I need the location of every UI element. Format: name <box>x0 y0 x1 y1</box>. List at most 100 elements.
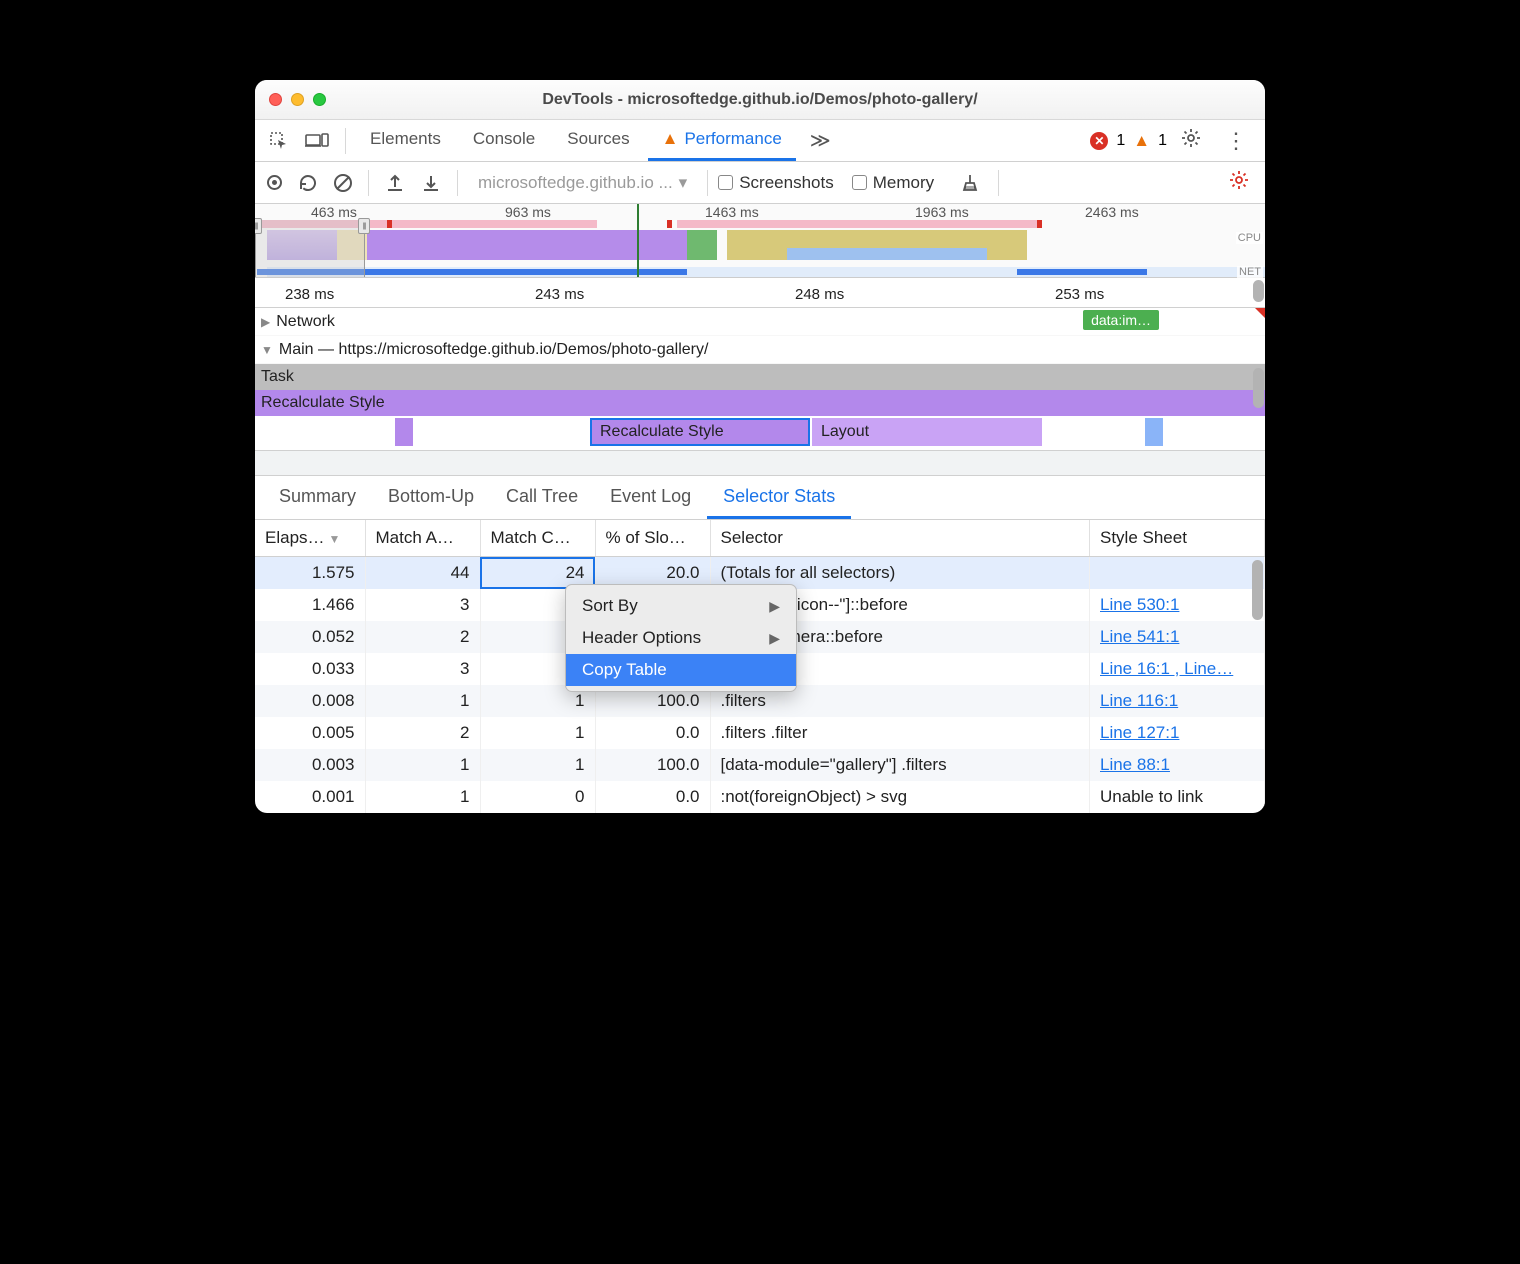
flame-entry[interactable] <box>395 418 413 446</box>
settings-icon[interactable] <box>1171 128 1211 153</box>
col-percent-slow[interactable]: % of Slo… <box>595 520 710 557</box>
upload-icon[interactable] <box>379 173 411 193</box>
timeline-ruler[interactable]: 238 ms 243 ms 248 ms 253 ms <box>255 278 1265 308</box>
tab-summary[interactable]: Summary <box>263 476 372 519</box>
stylesheet-link[interactable]: Line 116:1 <box>1100 691 1178 710</box>
menu-sort-by[interactable]: Sort By ▶ <box>566 590 796 622</box>
recalc-style-entry[interactable]: Recalculate Style <box>255 390 1265 416</box>
clear-icon[interactable] <box>334 174 352 192</box>
record-icon[interactable] <box>267 175 282 190</box>
more-tabs-icon[interactable]: ≫ <box>800 128 841 153</box>
table-header-row: Elaps…▼ Match A… Match C… % of Slo… Sele… <box>255 520 1265 557</box>
perf-toolbar: microsoftedge.github.io ... ▾ Screenshot… <box>255 162 1265 204</box>
tab-call-tree[interactable]: Call Tree <box>490 476 594 519</box>
ruler-scrollbar[interactable] <box>1253 280 1264 302</box>
ruler-tick: 253 ms <box>1055 286 1104 303</box>
tab-performance[interactable]: ▲ Performance <box>648 120 796 161</box>
table-row[interactable]: 0.001 1 0 0.0 :not(foreignObject) > svg … <box>255 781 1265 813</box>
flame-chart[interactable]: ▶ Network data:im… ▼ Main — https://micr… <box>255 308 1265 476</box>
screenshots-checkbox[interactable]: Screenshots <box>718 173 834 193</box>
flame-entry[interactable] <box>1145 418 1163 446</box>
cell-selector: [data-module="gallery"] .filters <box>710 749 1090 781</box>
separator <box>707 170 708 196</box>
menu-header-options[interactable]: Header Options ▶ <box>566 622 796 654</box>
dropdown-label: microsoftedge.github.io ... <box>478 173 673 193</box>
recalc-style-entry-selected[interactable]: Recalculate Style <box>590 418 810 446</box>
capture-settings-icon[interactable] <box>1219 170 1259 195</box>
stylesheet-link[interactable]: Line 16:1 , Line… <box>1100 659 1233 678</box>
network-entry[interactable]: data:im… <box>1083 310 1159 330</box>
maximize-icon[interactable] <box>313 93 326 106</box>
cell-elapsed: 0.008 <box>255 685 365 717</box>
garbage-collect-icon[interactable] <box>952 173 988 193</box>
inspect-icon[interactable] <box>263 131 295 151</box>
tab-selector-stats[interactable]: Selector Stats <box>707 476 851 519</box>
table-row[interactable]: 0.005 2 1 0.0 .filters .filter Line 127:… <box>255 717 1265 749</box>
close-icon[interactable] <box>269 93 282 106</box>
recording-dropdown[interactable]: microsoftedge.github.io ... ▾ <box>468 173 697 193</box>
cell-sheet: Line 16:1 , Line… <box>1090 653 1265 685</box>
col-match-attempts[interactable]: Match A… <box>365 520 480 557</box>
cell-sheet: Line 127:1 <box>1090 717 1265 749</box>
download-icon[interactable] <box>415 173 447 193</box>
recalc-label-2: Recalculate Style <box>600 423 724 441</box>
stylesheet-link[interactable]: Line 541:1 <box>1100 627 1179 646</box>
col-stylesheet[interactable]: Style Sheet <box>1090 520 1265 557</box>
tab-event-log[interactable]: Event Log <box>594 476 707 519</box>
table-scrollbar[interactable] <box>1252 560 1263 620</box>
network-track-header[interactable]: ▶ Network data:im… <box>255 308 1265 336</box>
recalc-label: Recalculate Style <box>261 394 385 412</box>
ruler-tick: 238 ms <box>285 286 334 303</box>
titlebar[interactable]: DevTools - microsoftedge.github.io/Demos… <box>255 80 1265 120</box>
cell-match-attempts: 44 <box>365 557 480 590</box>
warning-icon: ▲ <box>1133 131 1150 151</box>
checkbox-icon <box>718 175 733 190</box>
separator <box>345 128 346 154</box>
tab-bottom-up[interactable]: Bottom-Up <box>372 476 490 519</box>
selection-handle-right[interactable] <box>358 218 370 234</box>
overview-marker <box>387 220 392 228</box>
table-row[interactable]: 0.003 1 1 100.0 [data-module="gallery"] … <box>255 749 1265 781</box>
cell-slow: 0.0 <box>595 717 710 749</box>
issues-badges[interactable]: ✕ 1 ▲ 1 <box>1090 131 1167 151</box>
screenshots-label: Screenshots <box>739 173 834 193</box>
col-selector[interactable]: Selector <box>710 520 1090 557</box>
cell-match-attempts: 3 <box>365 589 480 621</box>
stylesheet-link[interactable]: Line 88:1 <box>1100 755 1170 774</box>
cell-sheet: Line 116:1 <box>1090 685 1265 717</box>
main-tabs: Elements Console Sources ▲ Performance ≫… <box>255 120 1265 162</box>
reload-icon[interactable] <box>292 173 324 193</box>
cell-elapsed: 1.575 <box>255 557 365 590</box>
col-elapsed[interactable]: Elaps…▼ <box>255 520 365 557</box>
menu-copy-table[interactable]: Copy Table <box>566 654 796 686</box>
checkbox-icon <box>852 175 867 190</box>
chevron-down-icon: ▾ <box>679 173 688 193</box>
memory-checkbox[interactable]: Memory <box>852 173 934 193</box>
chevron-right-icon: ▶ <box>769 598 780 615</box>
network-label: Network <box>276 313 335 331</box>
separator <box>368 170 369 196</box>
stylesheet-link[interactable]: Line 530:1 <box>1100 595 1179 614</box>
minimize-icon[interactable] <box>291 93 304 106</box>
overview-selection[interactable] <box>255 220 365 277</box>
tab-elements[interactable]: Elements <box>356 120 455 161</box>
selection-handle-left[interactable] <box>255 218 262 234</box>
col-match-count[interactable]: Match C… <box>480 520 595 557</box>
timeline-overview[interactable]: 463 ms 963 ms 1463 ms 1963 ms 2463 ms CP… <box>255 204 1265 278</box>
main-thread-label: Main — https://microsoftedge.github.io/D… <box>279 341 709 359</box>
cell-match-attempts: 2 <box>365 717 480 749</box>
cell-match-attempts: 1 <box>365 781 480 813</box>
tab-sources[interactable]: Sources <box>553 120 643 161</box>
main-track-header[interactable]: ▼ Main — https://microsoftedge.github.io… <box>255 336 1265 364</box>
task-label: Task <box>261 368 294 386</box>
flame-row: Recalculate Style Layout <box>255 416 1265 450</box>
tab-console[interactable]: Console <box>459 120 549 161</box>
window-title: DevTools - microsoftedge.github.io/Demos… <box>255 91 1265 109</box>
tracks-scrollbar[interactable] <box>1253 368 1264 408</box>
device-toolbar-icon[interactable] <box>299 131 335 151</box>
kebab-menu-icon[interactable]: ⋮ <box>1215 128 1257 154</box>
stylesheet-link[interactable]: Line 127:1 <box>1100 723 1179 742</box>
cell-match-count: 0 <box>480 781 595 813</box>
layout-entry[interactable]: Layout <box>812 418 1042 446</box>
task-entry[interactable]: Task <box>255 364 1265 390</box>
